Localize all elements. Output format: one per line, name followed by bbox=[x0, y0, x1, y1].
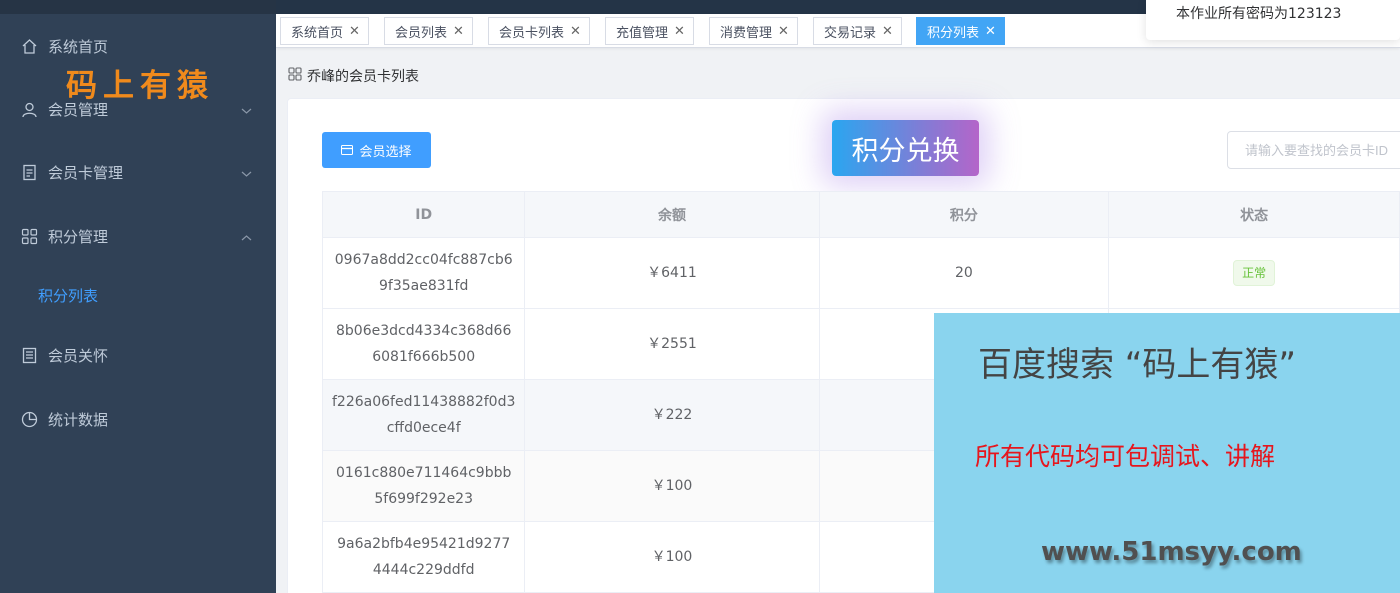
close-icon[interactable]: ✕ bbox=[349, 24, 360, 39]
status-badge: 正常 bbox=[1233, 260, 1276, 286]
chevron-down-icon bbox=[241, 164, 252, 182]
cell-status: 正常 bbox=[1108, 237, 1400, 309]
tab-label: 交易记录 bbox=[824, 25, 877, 41]
column-header-balance[interactable]: 余额 bbox=[524, 191, 820, 238]
search-box[interactable] bbox=[1227, 131, 1400, 169]
sidebar-item-label: 会员关怀 bbox=[48, 346, 109, 365]
chevron-down-icon bbox=[241, 101, 252, 119]
tab-label: 充值管理 bbox=[616, 25, 669, 41]
cell-balance: ￥2551 bbox=[524, 308, 820, 380]
tab-member-list[interactable]: 会员列表 ✕ bbox=[384, 17, 473, 45]
table-row[interactable]: 0967a8dd2cc04fc887cb6 9f35ae831fd ￥6411 2… bbox=[321, 237, 1400, 309]
id-line: f226a06fed11438882f0d3 bbox=[332, 394, 516, 410]
tab-points-list[interactable]: 积分列表 ✕ bbox=[916, 17, 1005, 45]
close-icon[interactable]: ✕ bbox=[674, 24, 685, 39]
tab-recharge[interactable]: 充值管理 ✕ bbox=[605, 17, 694, 45]
password-notice: 本作业所有密码为123123 bbox=[1146, 0, 1400, 40]
brand-watermark: 码上有猿 bbox=[66, 68, 214, 104]
tab-label: 会员卡列表 bbox=[499, 25, 565, 41]
close-icon[interactable]: ✕ bbox=[778, 24, 789, 39]
grid-icon bbox=[20, 227, 38, 245]
id-line: 9f35ae831fd bbox=[378, 278, 469, 294]
tab-home[interactable]: 系统首页 ✕ bbox=[280, 17, 369, 45]
sidebar-item-card-management[interactable]: 会员卡管理 bbox=[0, 152, 276, 192]
cell-id: 8b06e3dcd4334c368d66 6081f666b500 bbox=[321, 308, 526, 380]
advertisement-overlay: 百度搜索 “码上有猿” 所有代码均可包调试、讲解 www.51msyy.com bbox=[934, 313, 1400, 593]
user-icon bbox=[20, 100, 38, 118]
sidebar-item-points-management[interactable]: 积分管理 bbox=[0, 216, 276, 256]
id-line: 4444c229ddfd bbox=[372, 562, 475, 578]
cell-id: 0161c880e711464c9bbb 5f699f292e23 bbox=[321, 450, 526, 522]
close-icon[interactable]: ✕ bbox=[570, 24, 581, 39]
pie-chart-icon bbox=[20, 410, 38, 428]
table-header-row: ID 余额 积分 状态 bbox=[321, 191, 1400, 238]
tab-label: 积分列表 bbox=[927, 25, 980, 41]
column-header-id[interactable]: ID bbox=[321, 191, 526, 238]
sidebar-item-label: 会员卡管理 bbox=[48, 163, 124, 182]
cell-balance: ￥6411 bbox=[524, 237, 820, 309]
member-select-button[interactable]: 会员选择 bbox=[322, 132, 431, 168]
page-title-badge: 积分兑换 bbox=[832, 120, 979, 176]
home-icon bbox=[20, 37, 38, 55]
close-icon[interactable]: ✕ bbox=[453, 24, 464, 39]
sidebar-subitem-points-list[interactable]: 积分列表 bbox=[38, 285, 98, 306]
sidebar: 系统首页 会员管理 会员卡管理 积分管理 积分列表 会员关怀 统计数据 码上有猿 bbox=[0, 0, 276, 593]
sidebar-item-label: 系统首页 bbox=[48, 37, 109, 56]
cell-id: f226a06fed11438882f0d3 cffd0ece4f bbox=[321, 379, 526, 451]
sidebar-item-label: 积分管理 bbox=[48, 227, 109, 246]
sidebar-item-statistics[interactable]: 统计数据 bbox=[0, 399, 276, 439]
tab-label: 系统首页 bbox=[291, 25, 344, 41]
search-input[interactable] bbox=[1245, 142, 1400, 158]
sidebar-top-strip bbox=[0, 0, 276, 14]
column-header-points[interactable]: 积分 bbox=[818, 191, 1110, 238]
id-line: 0967a8dd2cc04fc887cb6 bbox=[334, 252, 513, 268]
sidebar-item-member-care[interactable]: 会员关怀 bbox=[0, 335, 276, 375]
ad-headline: 百度搜索 “码上有猿” bbox=[978, 345, 1297, 385]
cell-id: 0967a8dd2cc04fc887cb6 9f35ae831fd bbox=[321, 237, 526, 309]
id-line: 9a6a2bfb4e95421d9277 bbox=[337, 536, 511, 552]
cell-balance: ￥100 bbox=[524, 450, 820, 522]
ad-tagline: 所有代码均可包调试、讲解 bbox=[975, 442, 1276, 471]
grid-icon bbox=[288, 67, 302, 85]
tab-transactions[interactable]: 交易记录 ✕ bbox=[813, 17, 902, 45]
column-header-status[interactable]: 状态 bbox=[1108, 191, 1400, 238]
id-line: 6081f666b500 bbox=[372, 349, 476, 365]
list-icon bbox=[20, 346, 38, 364]
document-icon bbox=[20, 163, 38, 181]
tab-consumption[interactable]: 消费管理 ✕ bbox=[709, 17, 798, 45]
close-icon[interactable]: ✕ bbox=[882, 24, 893, 39]
tab-card-list[interactable]: 会员卡列表 ✕ bbox=[488, 17, 590, 45]
tab-label: 会员列表 bbox=[395, 25, 448, 41]
id-line: 5f699f292e23 bbox=[374, 491, 473, 507]
cell-id: 9a6a2bfb4e95421d9277 4444c229ddfd bbox=[321, 521, 526, 593]
card-icon bbox=[341, 145, 354, 155]
tab-label: 消费管理 bbox=[720, 25, 773, 41]
member-select-label: 会员选择 bbox=[359, 143, 412, 159]
id-line: cffd0ece4f bbox=[386, 420, 461, 436]
sidebar-item-label: 统计数据 bbox=[48, 410, 109, 429]
cell-points: 20 bbox=[818, 237, 1110, 309]
id-line: 8b06e3dcd4334c368d66 bbox=[336, 323, 512, 339]
ad-url: www.51msyy.com bbox=[1041, 537, 1302, 567]
id-line: 0161c880e711464c9bbb bbox=[336, 465, 512, 481]
breadcrumb: 乔峰的会员卡列表 bbox=[288, 66, 419, 86]
breadcrumb-label: 乔峰的会员卡列表 bbox=[307, 69, 419, 85]
cell-balance: ￥100 bbox=[524, 521, 820, 593]
chevron-up-icon bbox=[241, 228, 252, 246]
cell-balance: ￥222 bbox=[524, 379, 820, 451]
close-icon[interactable]: ✕ bbox=[985, 24, 996, 39]
